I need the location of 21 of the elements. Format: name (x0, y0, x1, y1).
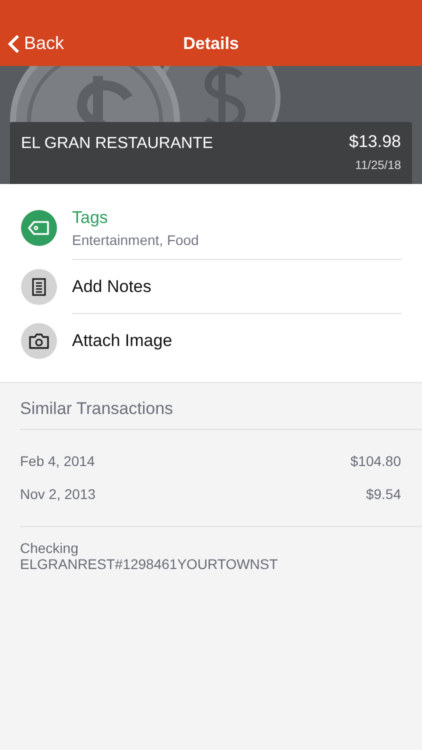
transaction-date: Nov 2, 2013 (20, 486, 96, 502)
icon-circle[interactable] (21, 323, 57, 359)
section-title: Similar Transactions (20, 399, 422, 430)
chevron-left-icon (8, 34, 20, 54)
tags-list: Entertainment, Food (72, 232, 402, 248)
account-description: ELGRANREST#1298461YOURTOWNST (20, 556, 279, 572)
tag-icon (28, 221, 50, 235)
transaction-amount: $9.54 (366, 486, 401, 502)
camera-icon (29, 333, 49, 349)
transaction-date: Feb 4, 2014 (20, 452, 95, 468)
document-icon (32, 278, 46, 296)
merchant-name: EL GRAN RESTAURANTE (21, 135, 214, 154)
action-label[interactable]: Add Notes (72, 276, 402, 296)
action-label[interactable]: Attach Image (72, 331, 402, 351)
transaction-date: 11/25/18 (355, 158, 401, 172)
icon-circle[interactable] (21, 269, 57, 305)
account-name: Checking (20, 540, 80, 556)
transaction-amount: $13.98 (349, 132, 401, 152)
back-button[interactable]: Back (8, 33, 64, 54)
transaction-amount: $104.80 (350, 452, 401, 468)
screen-title: Details (183, 34, 239, 54)
